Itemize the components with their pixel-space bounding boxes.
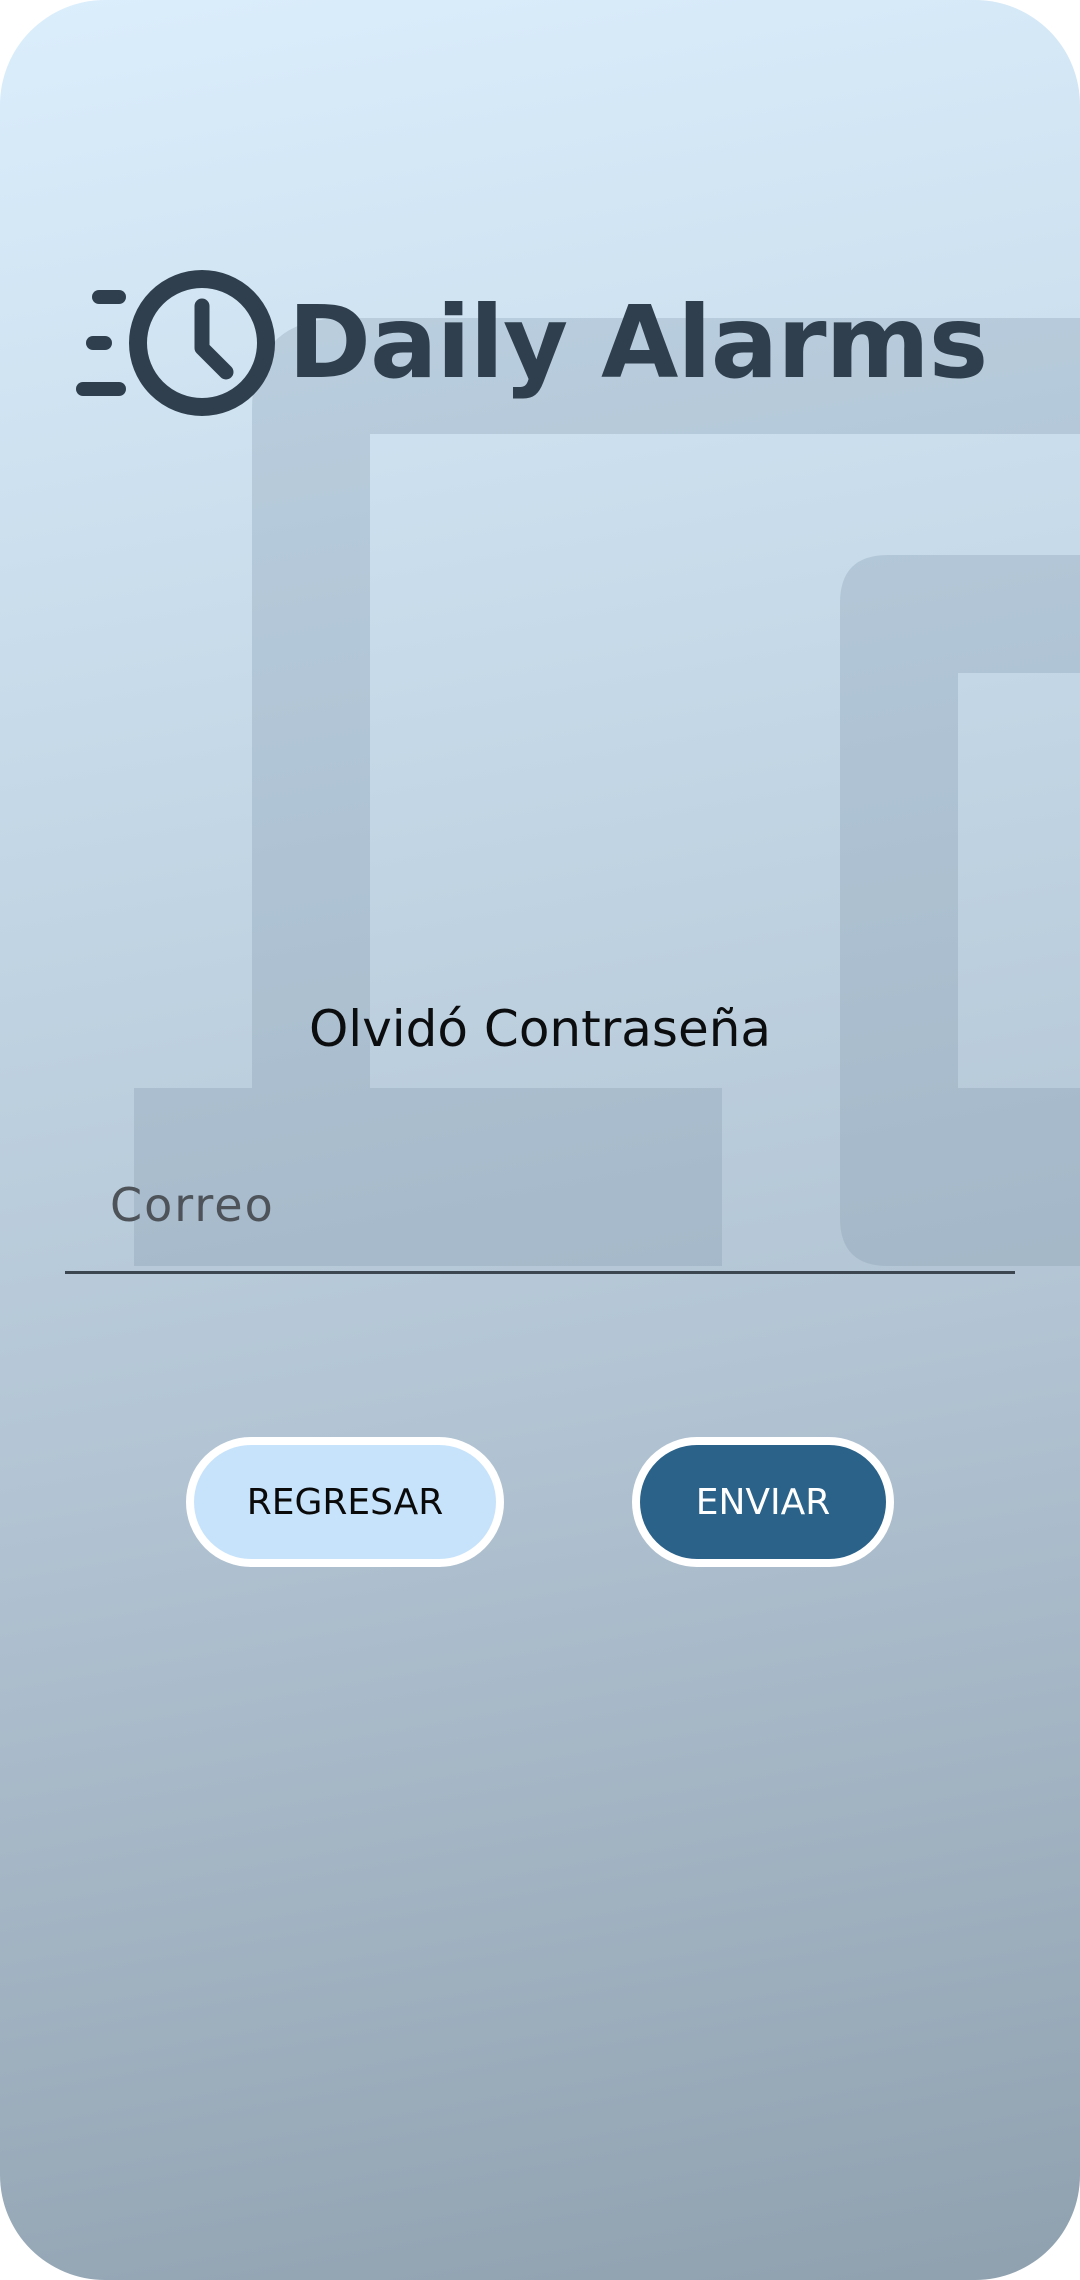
email-field	[65, 1135, 1015, 1274]
email-input[interactable]	[110, 1165, 970, 1245]
clock-icon	[76, 270, 275, 416]
page-title: Olvidó Contraseña	[308, 1000, 772, 1058]
brand-name: Daily Alarms	[288, 284, 988, 401]
app-logo: Daily Alarms	[72, 268, 988, 418]
forgot-password-screen: Daily Alarms Olvidó Contraseña REGRESAR …	[0, 0, 1080, 2280]
send-button[interactable]: ENVIAR	[632, 1437, 894, 1567]
back-button[interactable]: REGRESAR	[186, 1437, 504, 1567]
